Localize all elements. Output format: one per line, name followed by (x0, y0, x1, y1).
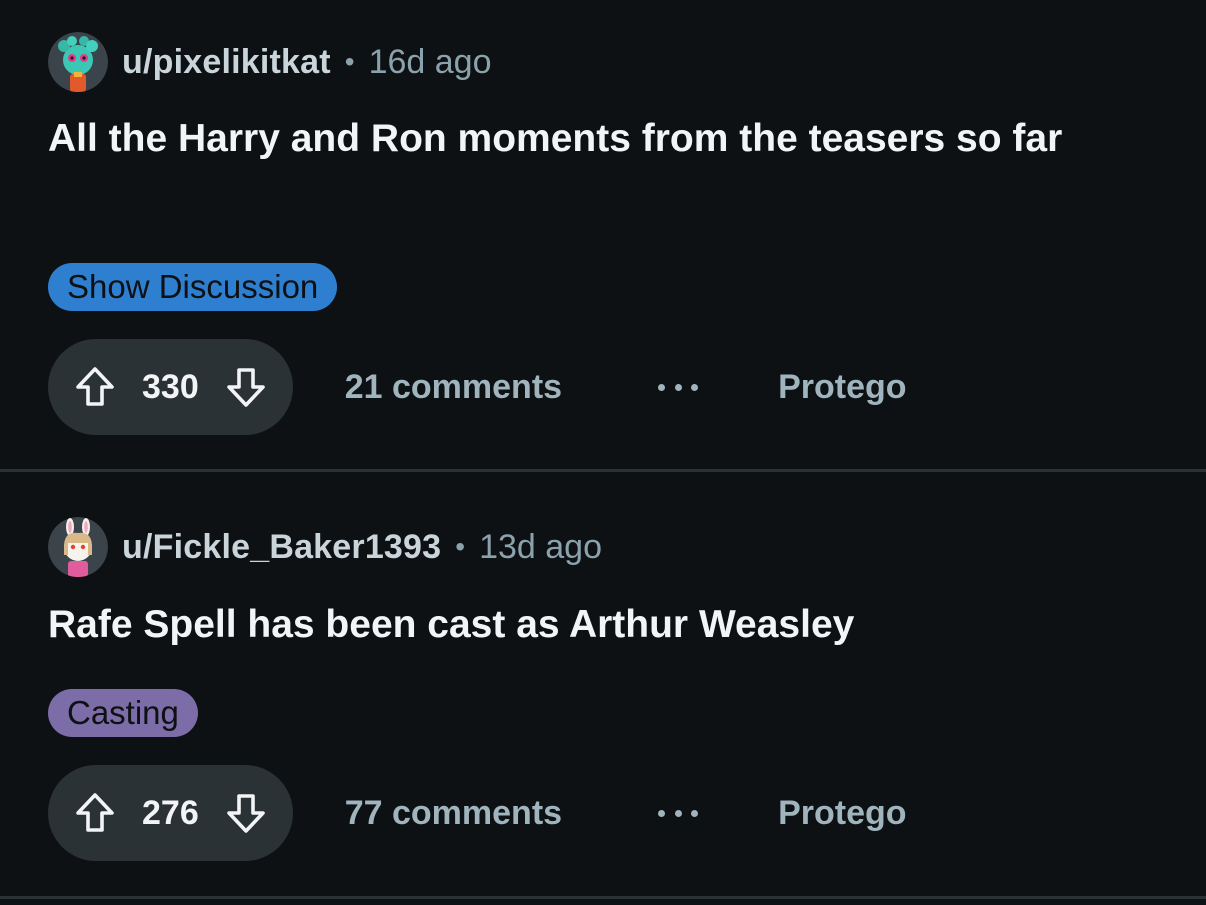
post-actions: 330 21 comments Protego (48, 339, 907, 435)
downvote-icon[interactable] (223, 364, 269, 410)
user-avatar[interactable] (48, 517, 108, 577)
vote-control: 330 (48, 339, 293, 435)
ellipsis-icon[interactable] (658, 381, 699, 393)
post-username[interactable]: u/pixelikitkat (122, 43, 331, 82)
snoo-avatar-bunny-icon (48, 517, 108, 577)
user-avatar[interactable] (48, 32, 108, 92)
meta-separator: • (455, 531, 466, 562)
post-divider (0, 896, 1206, 899)
post-username[interactable]: u/Fickle_Baker1393 (122, 528, 441, 567)
post-flair[interactable]: Show Discussion (48, 263, 338, 311)
community-name[interactable]: Protego (778, 794, 906, 833)
post-timestamp: 13d ago (479, 527, 602, 566)
comments-link[interactable]: 21 comments (345, 368, 562, 407)
post-meta: u/pixelikitkat • 16d ago (48, 32, 491, 92)
post-title[interactable]: All the Harry and Ron moments from the t… (48, 108, 1128, 169)
downvote-icon[interactable] (223, 790, 269, 836)
community-name[interactable]: Protego (778, 368, 906, 407)
post-card[interactable]: u/pixelikitkat • 16d ago All the Harry a… (0, 0, 1206, 472)
snoo-avatar-teal-icon (48, 32, 108, 92)
post-meta: u/Fickle_Baker1393 • 13d ago (48, 517, 602, 577)
post-title[interactable]: Rafe Spell has been cast as Arthur Weasl… (48, 594, 1128, 655)
vote-score: 276 (142, 793, 199, 832)
post-card[interactable]: u/Fickle_Baker1393 • 13d ago Rafe Spell … (0, 472, 1206, 899)
meta-separator: • (344, 46, 355, 77)
upvote-icon[interactable] (72, 364, 118, 410)
post-actions: 276 77 comments Protego (48, 765, 907, 861)
ellipsis-icon[interactable] (658, 807, 699, 819)
post-flair[interactable]: Casting (48, 689, 198, 737)
post-feed: u/pixelikitkat • 16d ago All the Harry a… (0, 0, 1206, 899)
vote-control: 276 (48, 765, 293, 861)
flair-label: Casting (67, 694, 179, 731)
comments-link[interactable]: 77 comments (345, 794, 562, 833)
upvote-icon[interactable] (72, 790, 118, 836)
post-timestamp: 16d ago (368, 42, 492, 81)
flair-label: Show Discussion (67, 268, 319, 305)
vote-score: 330 (142, 367, 199, 406)
